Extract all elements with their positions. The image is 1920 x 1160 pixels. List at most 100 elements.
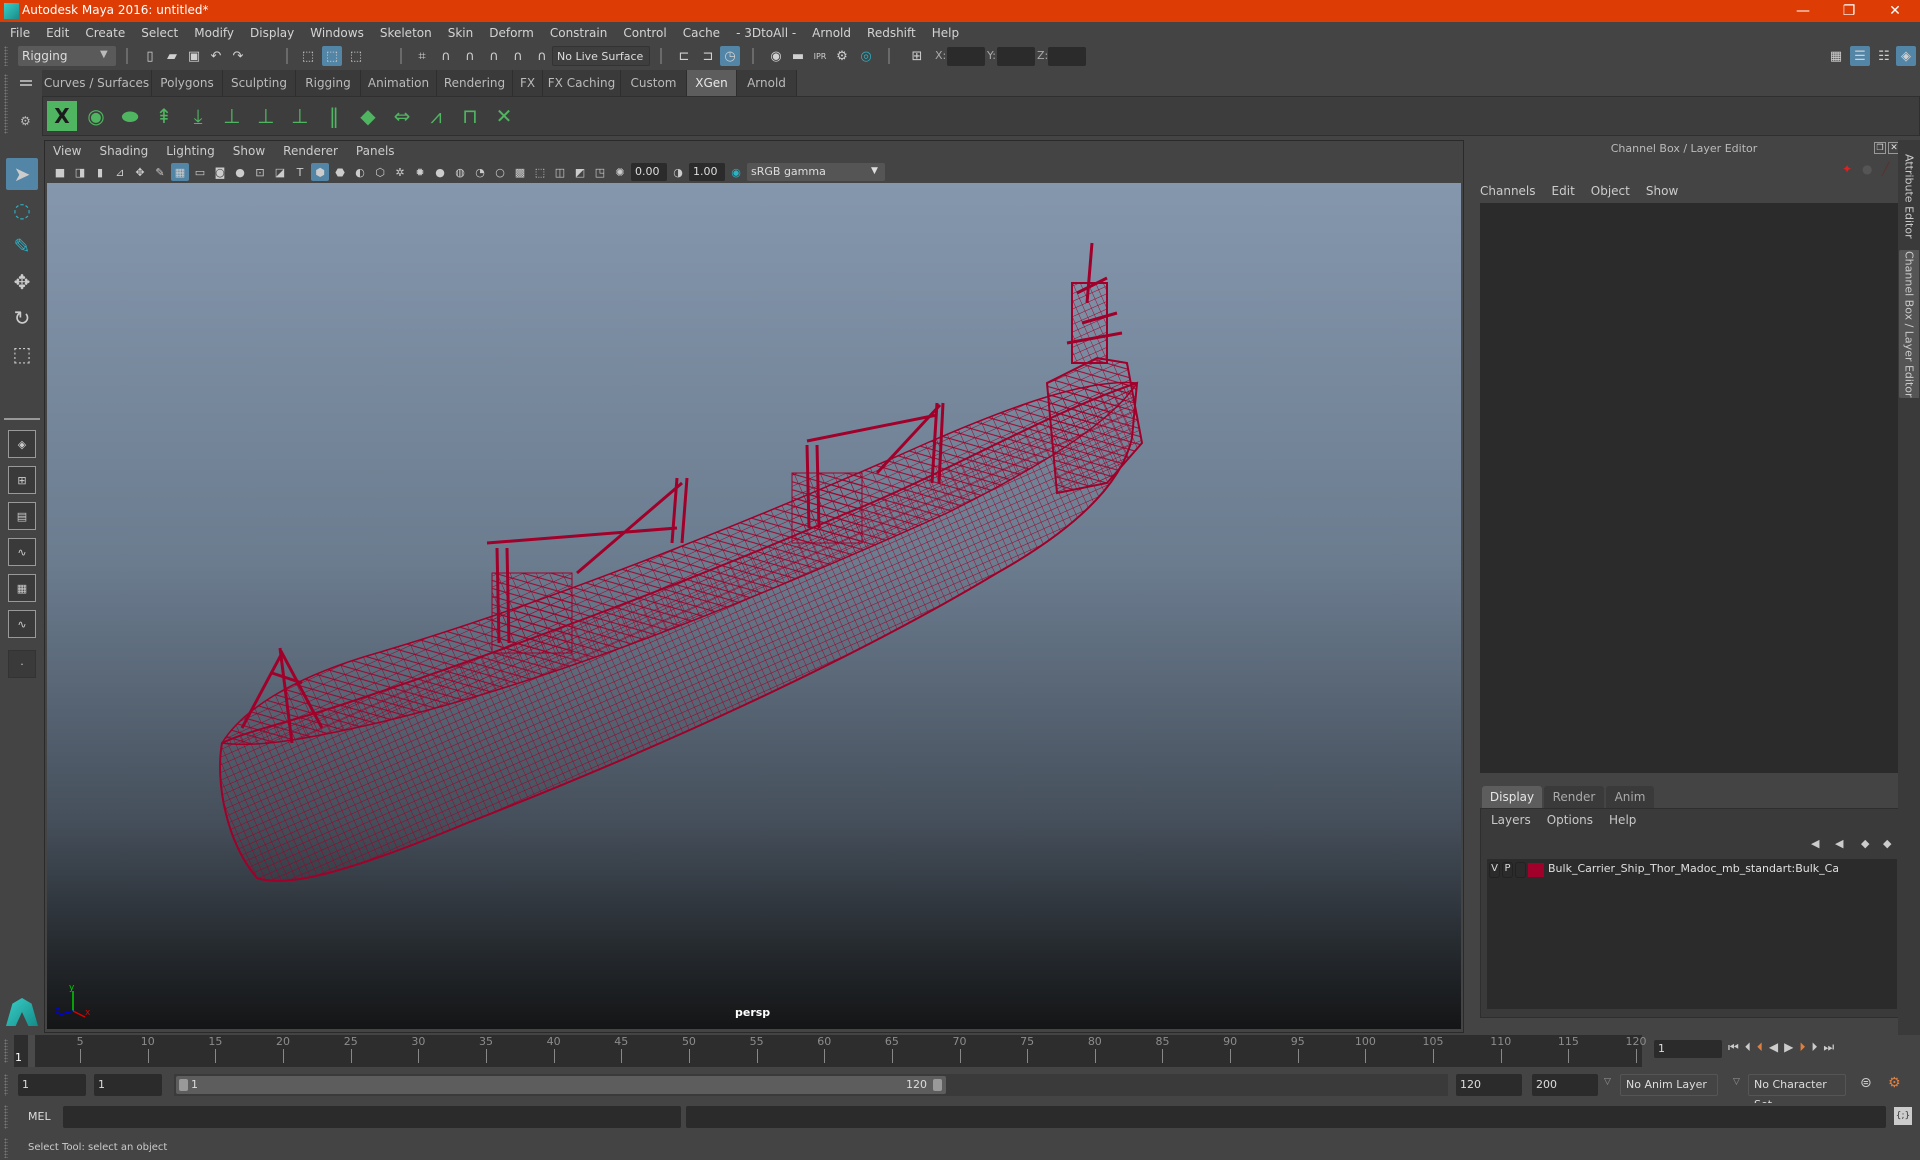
z-field[interactable] [1048, 47, 1086, 66]
ipr-render-icon[interactable]: IPR [810, 46, 830, 66]
gamma-field[interactable]: 1.00 [689, 163, 725, 181]
safe-title-icon[interactable]: T [291, 163, 309, 181]
cmdline-handle[interactable] [4, 1105, 8, 1129]
shelf-tab-rigging[interactable]: Rigging [296, 70, 361, 96]
auto-key-icon[interactable]: ⊜ [1860, 1075, 1872, 1091]
shelf-tab-fx-caching[interactable]: FX Caching [543, 70, 621, 96]
output-ops-icon[interactable]: ⊐ [698, 46, 718, 66]
snap-curve-icon[interactable]: ∩ [436, 46, 456, 66]
rotate-tool-icon[interactable]: ↻ [6, 302, 38, 334]
range-start-handle[interactable] [179, 1079, 188, 1091]
play-forwards-icon[interactable]: ▶ [1784, 1040, 1793, 1055]
step-forward-frame-icon[interactable]: ⏵ [1811, 1040, 1817, 1055]
depth-of-field-icon[interactable]: ▩ [511, 163, 529, 181]
shelf-drag-handle[interactable] [4, 74, 8, 134]
menu-display[interactable]: Display [250, 26, 294, 40]
layer-color-swatch[interactable] [1528, 863, 1544, 877]
channel-box-toggle-icon[interactable]: ◈ [1896, 46, 1916, 66]
field-chart-icon[interactable]: ⊡ [251, 163, 269, 181]
move-layer-up-icon[interactable]: ◀ [1811, 837, 1819, 850]
isolate-select-icon[interactable]: ⬚ [531, 163, 549, 181]
x-field[interactable] [947, 47, 985, 66]
shelf-tab-curves-surfaces[interactable]: Curves / Surfaces [42, 70, 152, 96]
paint-select-tool-icon[interactable]: ✎ [6, 230, 38, 262]
viewport-menu-show[interactable]: Show [233, 144, 265, 158]
step-back-frame-icon[interactable]: ⏴ [1745, 1040, 1751, 1055]
drag-handle[interactable] [4, 46, 8, 66]
hypershade-layout-icon[interactable]: ▦ [8, 574, 36, 602]
animation-end-field[interactable]: 200 [1532, 1074, 1598, 1096]
select-component-icon[interactable]: ⬚ [346, 46, 366, 66]
current-frame-field[interactable]: 1 [1654, 1040, 1722, 1058]
resolution-gate-icon[interactable]: ◙ [211, 163, 229, 181]
close-button[interactable]: ✕ [1872, 0, 1918, 22]
grid-icon[interactable]: ▦ [171, 163, 189, 181]
use-all-lights-icon[interactable]: ✹ [411, 163, 429, 181]
anim-layer-chevron-icon[interactable]: ▽ [1604, 1077, 1611, 1087]
viewport-menu-lighting[interactable]: Lighting [166, 144, 215, 158]
layer-menu-layers[interactable]: Layers [1491, 813, 1531, 827]
layer-row[interactable]: V P Bulk_Carrier_Ship_Thor_Madoc_mb_stan… [1487, 861, 1897, 879]
persp-outliner-layout-icon[interactable]: ▤ [8, 502, 36, 530]
menuset-dropdown[interactable]: Rigging ▼ [18, 46, 116, 66]
menu-control[interactable]: Control [623, 26, 666, 40]
xgen-preview-icon[interactable]: ◉ [81, 101, 111, 131]
viewport-menu-shading[interactable]: Shading [99, 144, 148, 158]
timeslider-handle[interactable] [4, 1039, 8, 1063]
xgen-guide-outline-icon[interactable]: ⊓ [455, 101, 485, 131]
safe-action-icon[interactable]: ◪ [271, 163, 289, 181]
viewport-menu-view[interactable]: View [53, 144, 81, 158]
gate-mask-icon[interactable]: ● [231, 163, 249, 181]
menu-windows[interactable]: Windows [310, 26, 364, 40]
move-tool-icon[interactable]: ✥ [6, 266, 38, 298]
hud-icon[interactable]: ◳ [591, 163, 609, 181]
four-view-layout-icon[interactable]: ⊞ [8, 466, 36, 494]
layer-tab-render[interactable]: Render [1544, 786, 1604, 808]
menu-constrain[interactable]: Constrain [550, 26, 608, 40]
transform-constraint-icon[interactable]: ⊞ [907, 46, 927, 66]
speed-toggle-icon[interactable]: ● [1862, 162, 1872, 176]
anti-aliasing-icon[interactable]: ○ [491, 163, 509, 181]
layer-visibility-toggle[interactable]: V [1489, 862, 1500, 878]
save-scene-icon[interactable]: ▣ [184, 46, 204, 66]
3d-viewport[interactable]: y x z persp [47, 183, 1461, 1029]
xray-icon[interactable]: ✲ [391, 163, 409, 181]
menu-skeleton[interactable]: Skeleton [380, 26, 432, 40]
timeline-track[interactable]: 1 5 10 15 20 25 30 35 40 45 50 55 60 65 70 75 80 85 90 95 1… [14, 1035, 1647, 1067]
menu-arnold[interactable]: Arnold [812, 26, 851, 40]
input-ops-icon[interactable]: ⊏ [674, 46, 694, 66]
channelbox-menu-object[interactable]: Object [1591, 184, 1630, 198]
shelf-tab-rendering[interactable]: Rendering [437, 70, 513, 96]
menu-3dtoall[interactable]: - 3DtoAll - [736, 26, 796, 40]
layer-reference-toggle[interactable] [1515, 862, 1526, 878]
render-settings-icon[interactable]: ⚙ [832, 46, 852, 66]
character-set-chevron-icon[interactable]: ▽ [1733, 1077, 1740, 1087]
render-view-icon[interactable]: ◉ [766, 46, 786, 66]
channelbox-area[interactable] [1480, 203, 1904, 773]
maximize-button[interactable]: ❐ [1826, 0, 1872, 22]
xgen-sculpt-guide-icon[interactable]: ‖ [319, 101, 349, 131]
minimize-button[interactable]: — [1780, 0, 1826, 22]
xray-active-components-icon[interactable]: ◩ [571, 163, 589, 181]
persp-graph-layout-icon[interactable]: ∿ [8, 538, 36, 566]
construction-history-icon[interactable]: ◷ [720, 46, 740, 66]
go-to-end-icon[interactable]: ⏭ [1823, 1040, 1834, 1055]
camera-attributes-icon[interactable]: ◨ [71, 163, 89, 181]
snap-surface-icon[interactable]: ∩ [508, 46, 528, 66]
layer-name[interactable]: Bulk_Carrier_Ship_Thor_Madoc_mb_standart… [1548, 862, 1838, 875]
animation-start-field[interactable]: 1 [18, 1074, 86, 1096]
channelbox-menu-channels[interactable]: Channels [1480, 184, 1536, 198]
xgen-delete-guide-icon[interactable]: ✕ [489, 101, 519, 131]
screen-space-ao-icon[interactable]: ◍ [451, 163, 469, 181]
shelf-tab-arnold[interactable]: Arnold [737, 70, 797, 96]
rangeslider-handle[interactable] [4, 1074, 8, 1096]
color-management-toggle-icon[interactable]: ◉ [727, 163, 745, 181]
lasso-tool-icon[interactable]: ◌ [6, 194, 38, 226]
redo-icon[interactable]: ↷ [228, 46, 248, 66]
bookmark-icon[interactable]: ▮ [91, 163, 109, 181]
shelf-tab-sculpting[interactable]: Sculpting [223, 70, 296, 96]
new-layer-selected-icon[interactable]: ◆ [1883, 837, 1891, 850]
modeling-toolkit-icon[interactable]: ▦ [1826, 46, 1846, 66]
range-bar[interactable]: 1 120 [176, 1076, 946, 1094]
menu-file[interactable]: File [10, 26, 30, 40]
